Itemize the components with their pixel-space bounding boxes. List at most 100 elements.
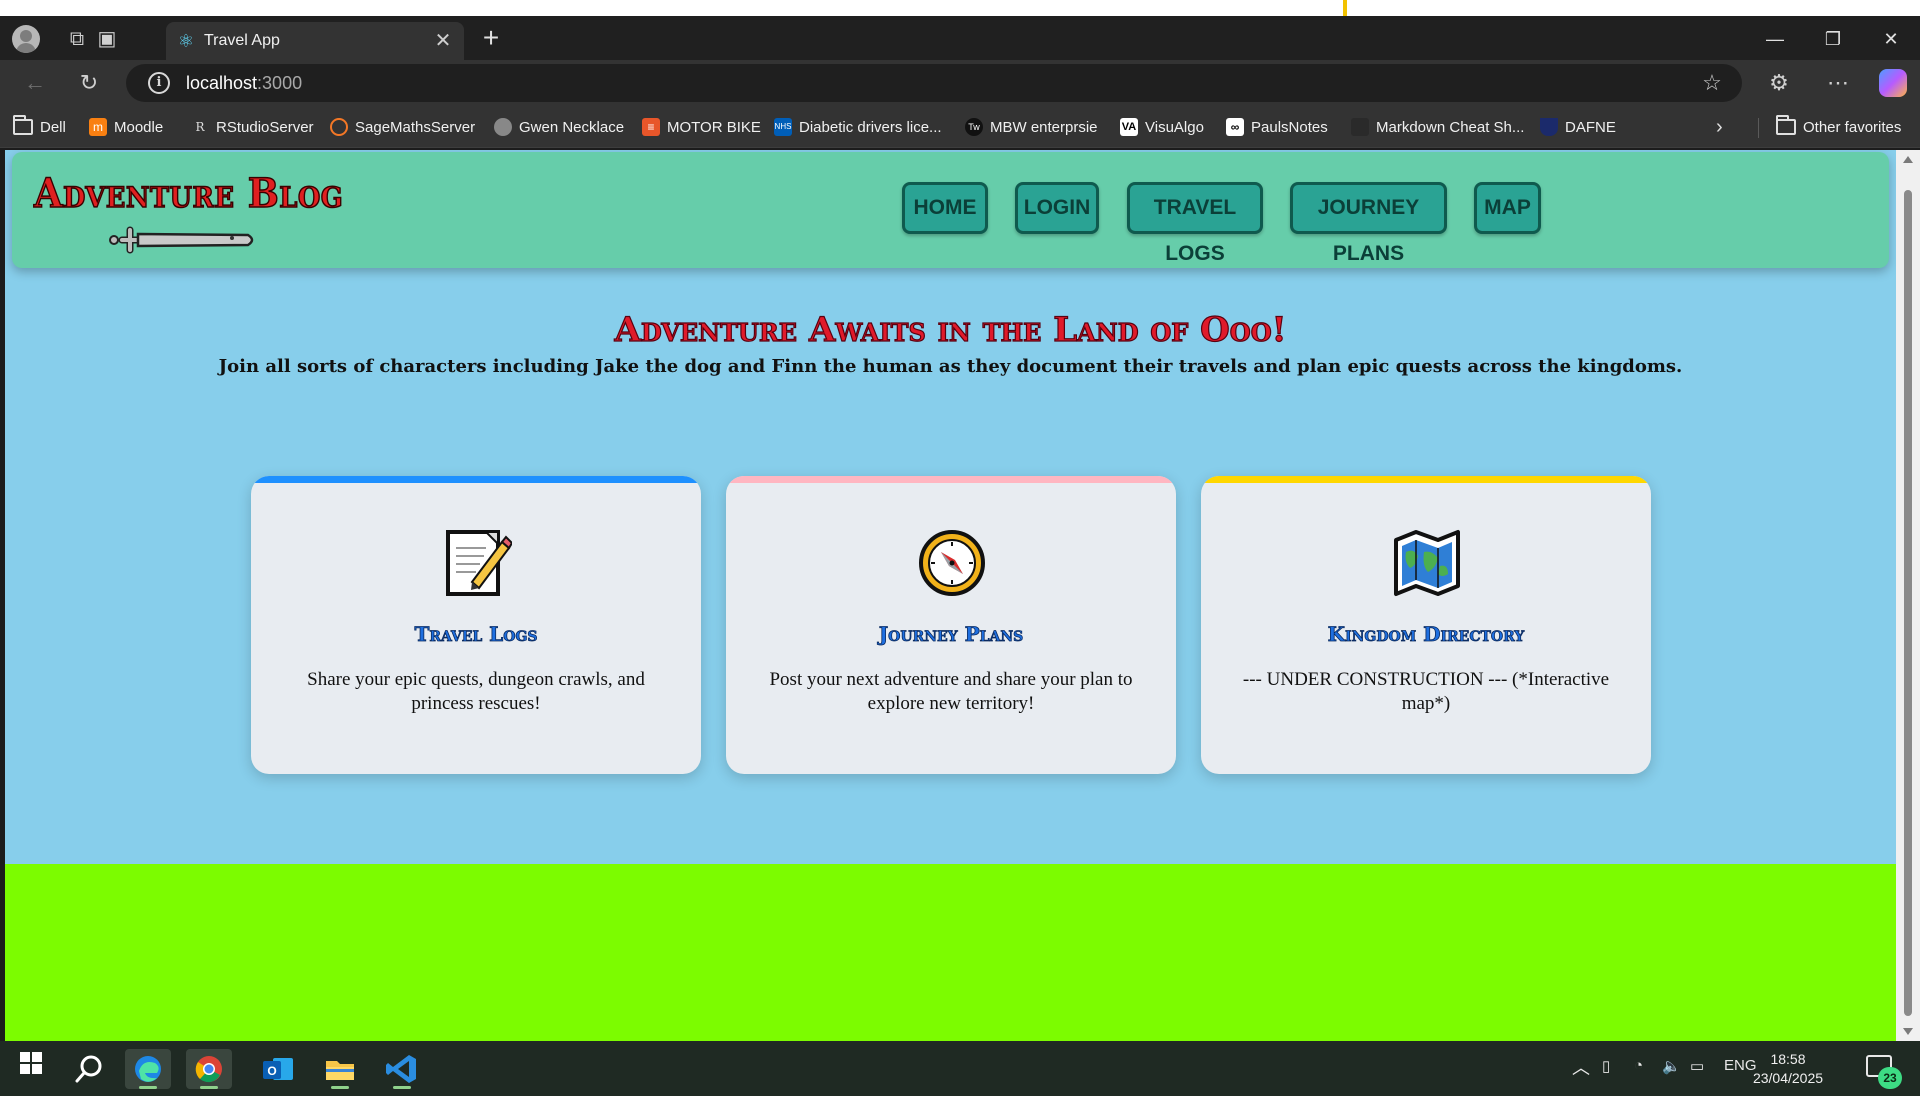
card-title: Kingdom Directory bbox=[1327, 622, 1525, 647]
react-favicon-icon: ⚛ bbox=[177, 31, 195, 51]
clock-date: 23/04/2025 bbox=[1752, 1070, 1824, 1086]
motorbike-icon: ≡ bbox=[642, 118, 660, 136]
bookmark-sagemaths[interactable]: SageMathsServer bbox=[330, 116, 475, 138]
search-icon[interactable] bbox=[66, 1049, 112, 1089]
moodle-icon: m bbox=[89, 118, 107, 136]
scroll-down-icon[interactable] bbox=[1903, 1028, 1913, 1035]
card-description: Share your epic quests, dungeon crawls, … bbox=[307, 669, 645, 714]
rstudio-icon: R bbox=[195, 120, 205, 134]
necklace-icon bbox=[494, 118, 512, 136]
outlook-taskbar-icon[interactable]: O bbox=[255, 1049, 301, 1089]
profile-avatar-icon[interactable] bbox=[12, 25, 40, 53]
folder-icon bbox=[13, 115, 33, 135]
visualgo-icon: VA bbox=[1120, 118, 1138, 136]
nav-journey-plans-button[interactable]: JOURNEY PLANS bbox=[1290, 182, 1447, 265]
nav-map-button[interactable]: MAP bbox=[1474, 182, 1541, 234]
site-logo[interactable]: Adventure Blog bbox=[33, 169, 343, 218]
bookmarks-separator bbox=[1758, 118, 1759, 138]
extensions-icon[interactable]: ⚙ bbox=[1762, 68, 1796, 98]
markdown-icon bbox=[1351, 118, 1369, 136]
sage-icon bbox=[330, 118, 348, 136]
taskbar-clock[interactable]: 18:58 23/04/2025 bbox=[1746, 1050, 1830, 1088]
tab-title: Travel App bbox=[204, 32, 280, 49]
nav-home-button[interactable]: HOME bbox=[902, 182, 988, 234]
site-info-icon[interactable]: i bbox=[148, 72, 170, 94]
notification-count-badge: 23 bbox=[1878, 1067, 1902, 1089]
restore-icon[interactable]: ❐ bbox=[1813, 26, 1853, 52]
hero-subtitle: Join all sorts of characters including J… bbox=[218, 356, 1683, 377]
bookmark-rstudio[interactable]: R RStudioServer bbox=[191, 116, 313, 138]
volume-icon[interactable]: 🔈 bbox=[1662, 1057, 1681, 1075]
page-viewport: Adventure Blog HOME LOGIN TRAVEL LOGS JO… bbox=[5, 150, 1896, 1041]
tab-actions-icon[interactable]: ▣ bbox=[90, 24, 124, 54]
refresh-icon[interactable]: ↻ bbox=[72, 68, 106, 98]
site-header: Adventure Blog HOME LOGIN TRAVEL LOGS JO… bbox=[12, 152, 1889, 268]
page-scrollbar[interactable] bbox=[1896, 150, 1920, 1041]
compass-icon bbox=[919, 530, 985, 596]
card-description: Post your next adventure and share your … bbox=[769, 669, 1133, 714]
clock-time: 18:58 bbox=[1770, 1051, 1806, 1067]
bookmark-dafne[interactable]: DAFNE bbox=[1540, 116, 1616, 138]
new-tab-icon[interactable]: + bbox=[478, 24, 504, 52]
browser-tab[interactable]: ⚛ Travel App ✕ bbox=[166, 22, 464, 60]
bookmark-dell[interactable]: Dell bbox=[13, 115, 66, 138]
bookmark-visualgo[interactable]: VA VisuAlgo bbox=[1120, 116, 1204, 138]
edge-taskbar-icon[interactable] bbox=[125, 1049, 171, 1089]
mbw-icon: Tw bbox=[965, 118, 983, 136]
bookmark-motor-bike[interactable]: ≡ MOTOR BIKE bbox=[642, 116, 761, 138]
journey-plans-card[interactable]: Journey Plans Post your next adventure a… bbox=[726, 476, 1176, 774]
card-accent-line bbox=[726, 476, 1176, 483]
card-title: Travel Logs bbox=[414, 622, 538, 647]
bookmark-markdown-cheat-sheet[interactable]: Markdown Cheat Sh... bbox=[1351, 116, 1524, 138]
close-tab-icon[interactable]: ✕ bbox=[430, 28, 456, 54]
address-bar[interactable]: i localhost:3000 ☆ bbox=[126, 64, 1742, 102]
minimize-icon[interactable]: — bbox=[1755, 26, 1795, 52]
vscode-taskbar-icon[interactable] bbox=[379, 1049, 425, 1089]
windows-start-icon[interactable] bbox=[20, 1052, 42, 1074]
travel-logs-card[interactable]: Travel Logs Share your epic quests, dung… bbox=[251, 476, 701, 774]
chrome-taskbar-icon[interactable] bbox=[186, 1049, 232, 1089]
bookmark-mbw-enterprise[interactable]: Tw MBW enterprsie bbox=[965, 116, 1098, 138]
workspaces-icon[interactable]: ⧉ bbox=[60, 24, 94, 54]
favorite-star-icon[interactable]: ☆ bbox=[1698, 69, 1726, 97]
copilot-icon[interactable] bbox=[1879, 69, 1907, 97]
paulsnotes-icon: ∞ bbox=[1226, 118, 1244, 136]
top-strip bbox=[0, 0, 1920, 16]
kingdom-directory-card[interactable]: Kingdom Directory --- UNDER CONSTRUCTION… bbox=[1201, 476, 1651, 774]
other-favorites[interactable]: Other favorites bbox=[1776, 115, 1901, 138]
wifi-icon[interactable]: ◔ bbox=[1634, 1057, 1643, 1074]
device-icon[interactable]: ▯ bbox=[1602, 1057, 1610, 1075]
svg-text:O: O bbox=[267, 1064, 276, 1078]
bookmark-paulsnotes[interactable]: ∞ PaulsNotes bbox=[1226, 116, 1328, 138]
battery-icon[interactable]: ▭ bbox=[1690, 1057, 1704, 1075]
memo-icon bbox=[446, 530, 512, 596]
address-row: ← ↻ i localhost:3000 ☆ ⚙ ⋯ bbox=[0, 60, 1920, 106]
bookmark-gwen-necklace[interactable]: Gwen Necklace bbox=[494, 116, 624, 138]
grass-footer bbox=[5, 864, 1896, 1041]
bookmark-diabetic-drivers[interactable]: NHS Diabetic drivers lice... bbox=[774, 116, 942, 138]
card-accent-line bbox=[251, 476, 701, 483]
url-text[interactable]: localhost:3000 bbox=[186, 73, 302, 94]
world-map-icon bbox=[1394, 530, 1460, 596]
file-explorer-taskbar-icon[interactable] bbox=[317, 1049, 363, 1089]
nav-travel-logs-button[interactable]: TRAVEL LOGS bbox=[1127, 182, 1263, 265]
folder-icon bbox=[1776, 115, 1796, 135]
bookmarks-bar: Dell m Moodle R RStudioServer SageMathsSer… bbox=[0, 106, 1920, 148]
nav-login-button[interactable]: LOGIN bbox=[1015, 182, 1099, 234]
back-icon[interactable]: ← bbox=[18, 68, 52, 98]
close-window-icon[interactable]: ✕ bbox=[1871, 26, 1911, 52]
more-menu-icon[interactable]: ⋯ bbox=[1821, 68, 1855, 98]
scroll-up-icon[interactable] bbox=[1903, 156, 1913, 163]
more-bookmarks-chevron-icon[interactable]: › bbox=[1716, 116, 1723, 139]
top-strip-mark bbox=[1343, 0, 1347, 16]
card-accent-line bbox=[1201, 476, 1651, 483]
show-hidden-icons-chevron-icon[interactable]: ︿ bbox=[1572, 1054, 1590, 1080]
hero-title: Adventure Awaits in the Land of Ooo! bbox=[614, 309, 1287, 350]
bookmark-moodle[interactable]: m Moodle bbox=[89, 116, 163, 138]
browser-tab-bar: ⧉ ▣ ⚛ Travel App ✕ + — ❐ ✕ bbox=[0, 16, 1920, 60]
windows-taskbar: O ︿ ▯ ◔ 🔈 ▭ ENG 18:58 23/04/2025 23 bbox=[0, 1041, 1920, 1096]
sword-icon bbox=[109, 226, 254, 254]
card-description: --- UNDER CONSTRUCTION --- (*Interactive… bbox=[1242, 669, 1610, 714]
nhs-icon: NHS bbox=[774, 118, 792, 136]
scroll-thumb[interactable] bbox=[1904, 190, 1912, 1016]
